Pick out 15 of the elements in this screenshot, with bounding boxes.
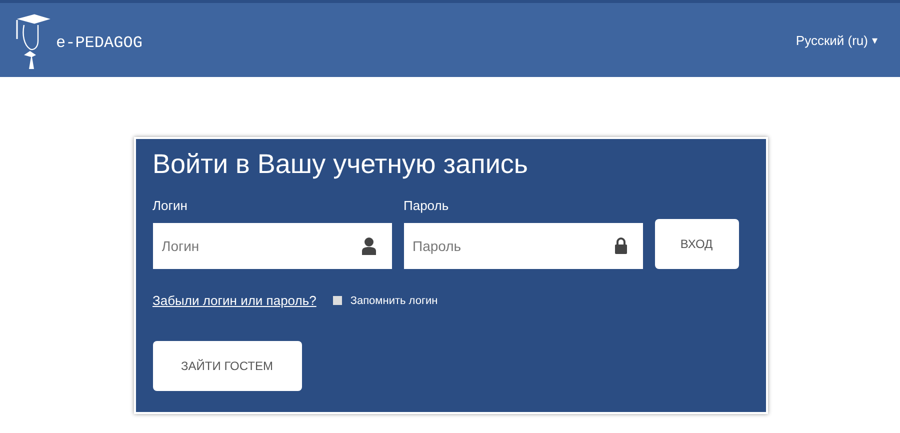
login-title: Войти в Вашу учетную запись: [152, 149, 529, 180]
remember-checkbox[interactable]: [333, 296, 342, 305]
remember-label[interactable]: Запомнить логин: [350, 294, 438, 306]
field-label: Логин: [152, 198, 188, 213]
logo-text[interactable]: e-PEDAGOG: [56, 34, 142, 52]
login-field[interactable]: Логин: [152, 223, 392, 269]
forgot-password-link[interactable]: Забыли логин или пароль?: [152, 293, 316, 308]
lock-icon: [614, 237, 626, 254]
guest-login-button[interactable]: ЗАЙТИ ГОСТЕМ: [152, 341, 302, 391]
caret-icon: ▾: [872, 34, 878, 46]
password-field[interactable]: Пароль: [404, 223, 642, 269]
language-dropdown[interactable]: Русский (ru) ▾: [796, 32, 878, 48]
field-label: Пароль: [404, 198, 450, 213]
user-icon: [362, 237, 376, 255]
login-button[interactable]: ВХОД: [654, 219, 738, 269]
